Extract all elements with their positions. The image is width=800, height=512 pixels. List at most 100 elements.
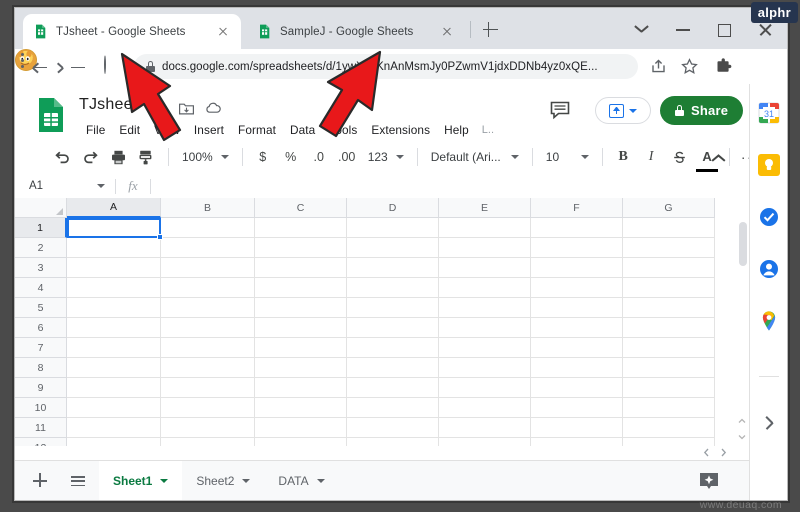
cell-C6[interactable] xyxy=(255,318,347,338)
cell-F9[interactable] xyxy=(531,378,623,398)
cell-D8[interactable] xyxy=(347,358,439,378)
window-maximize-button[interactable] xyxy=(711,19,737,41)
reload-button[interactable] xyxy=(104,55,126,78)
cell-E10[interactable] xyxy=(439,398,531,418)
cell-C4[interactable] xyxy=(255,278,347,298)
cell-C8[interactable] xyxy=(255,358,347,378)
select-all-corner[interactable] xyxy=(15,198,67,218)
new-tab-button[interactable] xyxy=(481,20,500,39)
move-to-folder-icon[interactable] xyxy=(178,100,195,117)
cell-C2[interactable] xyxy=(255,238,347,258)
cell-E3[interactable] xyxy=(439,258,531,278)
add-sheet-icon[interactable] xyxy=(27,468,53,494)
menu-edit[interactable]: Edit xyxy=(112,121,147,139)
row-header-7[interactable]: 7 xyxy=(15,338,67,358)
cell-B5[interactable] xyxy=(161,298,255,318)
cell-F8[interactable] xyxy=(531,358,623,378)
google-keep-icon[interactable] xyxy=(758,154,780,176)
sheet-tab-sheet2[interactable]: Sheet2 xyxy=(182,461,264,500)
browser-tab-1[interactable]: TJsheet - Google Sheets xyxy=(23,14,241,49)
currency-format-button[interactable]: $ xyxy=(250,144,276,170)
cell-E4[interactable] xyxy=(439,278,531,298)
cell-E8[interactable] xyxy=(439,358,531,378)
cell-B6[interactable] xyxy=(161,318,255,338)
cell-A5[interactable] xyxy=(67,298,161,318)
cell-C11[interactable] xyxy=(255,418,347,438)
menu-data[interactable]: Data xyxy=(283,121,322,139)
font-family-selector[interactable]: Default (Ari... xyxy=(425,150,525,164)
sheet-tab-sheet1[interactable]: Sheet1 xyxy=(99,461,183,500)
cell-E1[interactable] xyxy=(439,218,531,238)
row-header-3[interactable]: 3 xyxy=(15,258,67,278)
cell-F2[interactable] xyxy=(531,238,623,258)
google-calendar-icon[interactable]: 31 xyxy=(758,102,780,124)
scroll-up-icon[interactable] xyxy=(736,414,748,426)
cell-E2[interactable] xyxy=(439,238,531,258)
decrease-decimal-button[interactable]: .0 xyxy=(306,144,332,170)
cell-B7[interactable] xyxy=(161,338,255,358)
scroll-left-icon[interactable] xyxy=(700,446,713,459)
chrome-profile-avatar[interactable] xyxy=(15,49,37,71)
number-format-selector[interactable]: 123 xyxy=(362,150,410,164)
browser-tab-2[interactable]: SampleJ - Google Sheets xyxy=(247,14,465,49)
cell-C7[interactable] xyxy=(255,338,347,358)
cell-E11[interactable] xyxy=(439,418,531,438)
formula-input[interactable] xyxy=(151,174,749,198)
cell-B2[interactable] xyxy=(161,238,255,258)
lock-icon[interactable] xyxy=(146,61,155,72)
vertical-scrollbar[interactable] xyxy=(739,222,747,266)
zoom-selector[interactable]: 100% xyxy=(176,150,235,164)
row-header-8[interactable]: 8 xyxy=(15,358,67,378)
column-header-B[interactable]: B xyxy=(161,198,255,218)
cell-B1[interactable] xyxy=(161,218,255,238)
increase-decimal-button[interactable]: .00 xyxy=(334,144,360,170)
row-header-4[interactable]: 4 xyxy=(15,278,67,298)
cell-D3[interactable] xyxy=(347,258,439,278)
cell-D7[interactable] xyxy=(347,338,439,358)
cell-G10[interactable] xyxy=(623,398,715,418)
cell-A8[interactable] xyxy=(67,358,161,378)
chevron-down-icon[interactable] xyxy=(160,479,169,483)
cell-E7[interactable] xyxy=(439,338,531,358)
row-header-10[interactable]: 10 xyxy=(15,398,67,418)
bold-button[interactable]: B xyxy=(610,144,636,170)
cell-F10[interactable] xyxy=(531,398,623,418)
cell-A7[interactable] xyxy=(67,338,161,358)
cell-D5[interactable] xyxy=(347,298,439,318)
cell-D6[interactable] xyxy=(347,318,439,338)
document-title[interactable]: TJsheet xyxy=(79,96,137,114)
menu-view[interactable]: View xyxy=(147,121,187,139)
cell-A10[interactable] xyxy=(67,398,161,418)
column-header-F[interactable]: F xyxy=(531,198,623,218)
forward-button[interactable] xyxy=(57,56,89,78)
column-header-D[interactable]: D xyxy=(347,198,439,218)
browser-tab-2-close-icon[interactable] xyxy=(439,24,455,40)
cell-G3[interactable] xyxy=(623,258,715,278)
cell-G4[interactable] xyxy=(623,278,715,298)
explore-icon[interactable] xyxy=(697,470,721,494)
menu-extensions[interactable]: Extensions xyxy=(364,121,437,139)
cell-F7[interactable] xyxy=(531,338,623,358)
scroll-down-icon[interactable] xyxy=(736,430,748,442)
row-header-11[interactable]: 11 xyxy=(15,418,67,438)
expand-side-panel-icon[interactable] xyxy=(762,414,776,430)
column-header-C[interactable]: C xyxy=(255,198,347,218)
present-meet-button[interactable] xyxy=(595,97,651,124)
cell-A11[interactable] xyxy=(67,418,161,438)
menu-insert[interactable]: Insert xyxy=(187,121,231,139)
cell-C5[interactable] xyxy=(255,298,347,318)
cell-B11[interactable] xyxy=(161,418,255,438)
percent-format-button[interactable]: % xyxy=(278,144,304,170)
cell-F3[interactable] xyxy=(531,258,623,278)
cell-E6[interactable] xyxy=(439,318,531,338)
cell-B9[interactable] xyxy=(161,378,255,398)
address-bar[interactable]: docs.google.com/spreadsheets/d/1ywXUrKnA… xyxy=(134,54,638,79)
cell-D10[interactable] xyxy=(347,398,439,418)
cell-F6[interactable] xyxy=(531,318,623,338)
bookmark-star-icon[interactable] xyxy=(680,57,699,76)
all-sheets-icon[interactable] xyxy=(65,468,91,494)
browser-tab-1-close-icon[interactable] xyxy=(215,24,231,40)
column-header-G[interactable]: G xyxy=(623,198,715,218)
cell-G11[interactable] xyxy=(623,418,715,438)
italic-button[interactable]: I xyxy=(638,144,664,170)
